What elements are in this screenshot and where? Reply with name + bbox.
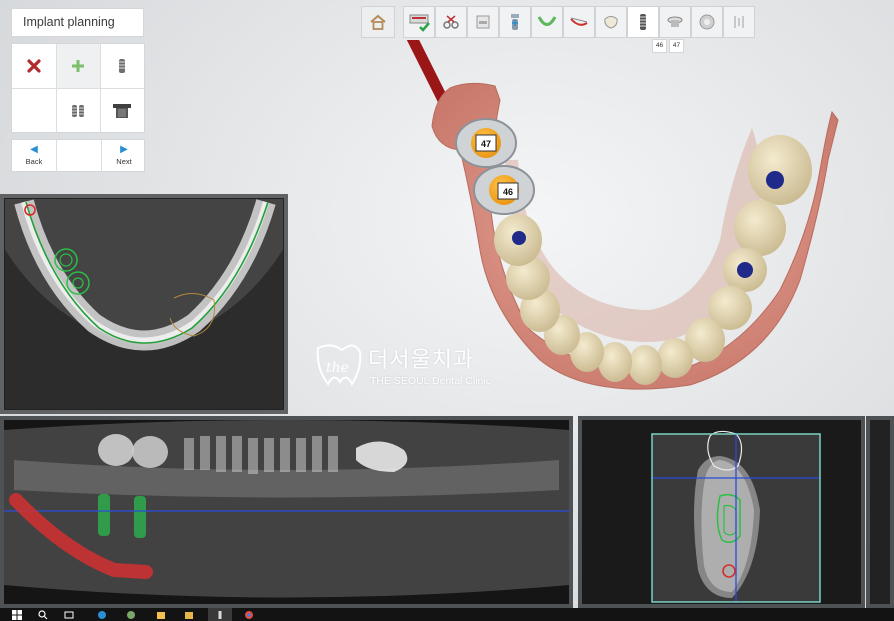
clinic-logo-mark: the	[316, 344, 362, 387]
step-scan-data[interactable]	[403, 6, 435, 38]
axial-ct-image	[4, 198, 284, 410]
step-implant[interactable]	[627, 6, 659, 38]
clinic-name-english: THE SEOUL Dental Clinic	[370, 375, 491, 387]
panoramic-view[interactable]	[0, 416, 573, 608]
chrome-icon[interactable]	[244, 610, 254, 620]
implant-app-icon	[218, 611, 222, 619]
tooth	[734, 200, 786, 256]
step-jaw-cut[interactable]	[563, 6, 595, 38]
step-tools[interactable]	[435, 6, 467, 38]
step-arch[interactable]	[531, 6, 563, 38]
implant-label-47: 47	[481, 139, 491, 149]
folder-icon[interactable]	[184, 610, 194, 620]
sleeve-tool-button[interactable]	[100, 89, 144, 133]
arrow-left-icon: ◀	[30, 144, 38, 155]
tooth	[628, 345, 662, 385]
implant-plus-icon	[511, 14, 519, 30]
back-button[interactable]: ◀ Back	[12, 140, 56, 171]
marker-blue	[512, 231, 526, 245]
step-sleeve[interactable]	[659, 6, 691, 38]
home-button[interactable]	[361, 6, 395, 38]
wizard-nav: ◀ Back ▶ Next	[11, 139, 145, 172]
step-document[interactable]	[467, 6, 499, 38]
tool-grid	[11, 43, 145, 133]
implant-pair-button[interactable]	[56, 89, 100, 133]
arch-icon	[537, 16, 557, 26]
marker-blue	[766, 171, 784, 189]
implant-icon	[119, 59, 125, 73]
edge-browser-icon[interactable]	[97, 610, 107, 620]
tools-icon	[443, 15, 459, 29]
step-export[interactable]	[723, 6, 755, 38]
home-icon	[370, 14, 386, 30]
implant-47[interactable]: 47	[455, 118, 517, 168]
delete-implant-button[interactable]	[12, 44, 56, 88]
cross-section-view[interactable]	[578, 416, 865, 608]
abutment-sleeve-icon	[113, 104, 131, 118]
step-crown[interactable]	[595, 6, 627, 38]
tool-empty-slot	[12, 89, 56, 133]
windows-taskbar	[0, 608, 894, 621]
step-implant-add[interactable]	[499, 6, 531, 38]
tooth	[657, 338, 693, 378]
workflow-toolbar	[361, 6, 755, 38]
file-explorer-icon[interactable]	[156, 610, 166, 620]
search-icon[interactable]	[38, 610, 48, 620]
scan-data-icon	[409, 14, 430, 32]
delete-x-icon	[27, 59, 41, 73]
active-app-indicator[interactable]	[208, 608, 232, 621]
panoramic-image	[4, 420, 569, 604]
next-label: Next	[116, 157, 132, 166]
next-button[interactable]: ▶ Next	[102, 140, 146, 171]
add-implant-button[interactable]	[56, 44, 100, 88]
implant-46[interactable]: 46	[473, 165, 535, 215]
implant-pair-icon	[72, 105, 84, 117]
implant-label-46: 46	[503, 187, 513, 197]
app-icon[interactable]	[126, 610, 136, 620]
secondary-view-image	[870, 420, 890, 604]
crown-icon	[604, 16, 618, 29]
windows-start-icon[interactable]	[12, 610, 22, 620]
export-icon	[734, 16, 744, 28]
clinic-name-korean: 더서울치과	[368, 348, 475, 373]
drill-guide-icon	[699, 14, 715, 30]
marker-blue	[737, 262, 753, 278]
svg-text:the: the	[326, 360, 349, 376]
jaw-cut-icon	[570, 17, 588, 26]
tooth	[748, 135, 812, 205]
add-plus-icon	[72, 60, 84, 72]
step-drill-guide[interactable]	[691, 6, 723, 38]
arrow-right-icon: ▶	[120, 144, 128, 155]
implant-step-icon	[640, 14, 646, 30]
sleeve-icon	[667, 16, 683, 27]
task-view-icon[interactable]	[64, 610, 74, 620]
document-icon	[476, 15, 490, 29]
back-label: Back	[25, 157, 43, 166]
axial-ct-view[interactable]	[0, 194, 288, 414]
cross-section-image	[582, 420, 861, 604]
secondary-view[interactable]	[866, 416, 894, 608]
implant-tool-button[interactable]	[100, 44, 144, 88]
panel-title: Implant planning	[11, 8, 144, 37]
